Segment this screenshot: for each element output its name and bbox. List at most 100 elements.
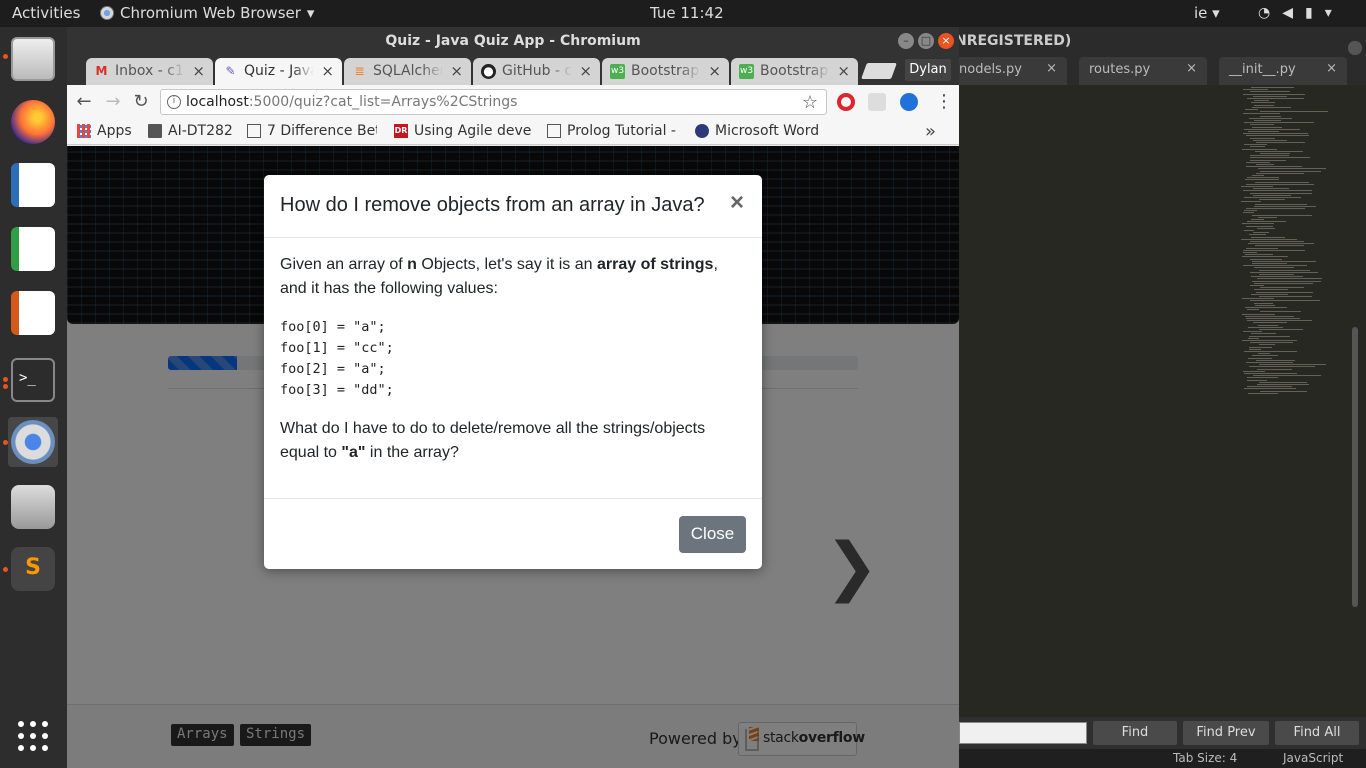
kebab-menu-icon[interactable]: ⋮ bbox=[935, 91, 953, 112]
close-icon[interactable]: × bbox=[730, 189, 744, 217]
minimap-line bbox=[1242, 133, 1309, 135]
minimap-line bbox=[1260, 115, 1282, 117]
question-modal: How do I remove objects from an array in… bbox=[264, 175, 762, 569]
show-applications-icon[interactable] bbox=[18, 721, 48, 751]
dock-calc[interactable] bbox=[8, 224, 58, 274]
dock-chromium[interactable] bbox=[8, 417, 58, 467]
dock-terminal[interactable]: >_ bbox=[8, 355, 58, 405]
bookmark-microsoft-word[interactable]: Microsoft Word bbox=[695, 123, 827, 139]
minimap-line bbox=[1260, 311, 1302, 313]
close-icon[interactable]: × bbox=[1186, 61, 1197, 76]
firefox-icon bbox=[11, 100, 55, 144]
minimap-line bbox=[1250, 146, 1266, 148]
bookmark-prolog[interactable]: Prolog Tutorial - bbox=[547, 123, 680, 139]
modal-body: Given an array of n Objects, let's say i… bbox=[280, 253, 746, 481]
editor-tab-init[interactable]: __init__.py × bbox=[1219, 57, 1347, 85]
new-tab-button[interactable] bbox=[861, 63, 897, 79]
minimap-line bbox=[1244, 122, 1314, 124]
minimap-line bbox=[1245, 362, 1294, 363]
minimap-line bbox=[1246, 183, 1314, 185]
tab-size-indicator[interactable]: Tab Size: 4 bbox=[1173, 751, 1237, 765]
sublime-editor-window: NREGISTERED) nodels.py × routes.py × __i… bbox=[949, 27, 1366, 768]
activities-button[interactable]: Activities bbox=[12, 4, 80, 22]
tab-quiz[interactable]: ✎ Quiz - Java × bbox=[215, 58, 342, 85]
opera-vpn-icon[interactable] bbox=[837, 93, 855, 111]
address-bar[interactable]: i localhost:5000/quiz?cat_list=Arrays%2C… bbox=[160, 89, 827, 115]
tab-sqlalchemy[interactable]: ≣ SQLAlchemy × bbox=[344, 58, 471, 85]
dock-firefox[interactable] bbox=[8, 97, 58, 147]
minimap-line bbox=[1258, 329, 1303, 330]
bookmark-apps[interactable]: Apps bbox=[77, 123, 132, 139]
dock-impress[interactable] bbox=[8, 288, 58, 338]
app-menu[interactable]: Chromium Web Browser ▾ bbox=[100, 4, 314, 22]
minimap-line bbox=[1254, 304, 1275, 306]
minimap-line bbox=[1242, 298, 1275, 300]
editor-tab-models[interactable]: nodels.py × bbox=[949, 57, 1067, 85]
profile-button[interactable]: Dylan bbox=[905, 59, 951, 81]
find-button[interactable]: Find bbox=[1093, 721, 1177, 745]
bookmark-ai-dt282[interactable]: AI-DT282 bbox=[148, 123, 233, 139]
bookmark-using-agile[interactable]: DR Using Agile deve bbox=[394, 123, 532, 139]
tab-inbox[interactable]: M Inbox - c1 × bbox=[86, 58, 213, 85]
input-source-indicator[interactable]: ie ▾ bbox=[1194, 4, 1220, 22]
tab-github[interactable]: ● GitHub - c × bbox=[473, 58, 600, 85]
minimap-line bbox=[1242, 370, 1266, 372]
forward-arrow-icon[interactable]: → bbox=[102, 91, 124, 113]
bookmark-7-difference[interactable]: 7 Difference Bet bbox=[247, 123, 377, 139]
close-tab-icon[interactable]: × bbox=[321, 62, 334, 80]
minimize-icon[interactable]: – bbox=[898, 33, 914, 49]
info-icon[interactable]: i bbox=[167, 95, 181, 109]
close-tab-icon[interactable]: × bbox=[450, 62, 463, 80]
close-tab-icon[interactable]: × bbox=[192, 62, 205, 80]
url-text: localhost:5000/quiz?cat_list=Arrays%2CSt… bbox=[186, 94, 518, 110]
find-input[interactable] bbox=[959, 722, 1087, 744]
editor-tab-routes[interactable]: routes.py × bbox=[1079, 57, 1207, 85]
close-tab-icon[interactable]: × bbox=[837, 62, 850, 80]
dock-camera[interactable] bbox=[8, 482, 58, 532]
minimap-line bbox=[1250, 300, 1320, 302]
tab-bootstrap-1[interactable]: w3 Bootstrap × bbox=[602, 58, 729, 85]
close-icon[interactable]: × bbox=[1046, 61, 1057, 76]
minimap-line bbox=[1256, 384, 1310, 385]
find-prev-button[interactable]: Find Prev bbox=[1183, 721, 1269, 745]
maximize-icon[interactable]: □ bbox=[918, 33, 934, 49]
reload-icon[interactable]: ↻ bbox=[130, 91, 152, 113]
close-button[interactable]: Close bbox=[679, 516, 746, 553]
minimap-line bbox=[1247, 326, 1283, 328]
close-icon[interactable]: × bbox=[1326, 61, 1337, 76]
back-arrow-icon[interactable]: ← bbox=[73, 91, 95, 113]
close-window-icon[interactable]: × bbox=[938, 33, 954, 49]
close-tab-icon[interactable]: × bbox=[579, 62, 592, 80]
system-tray[interactable]: ◔ ◀ ▮ ▾ bbox=[1258, 5, 1332, 21]
find-all-button[interactable]: Find All bbox=[1275, 721, 1359, 745]
minimap-line bbox=[1254, 267, 1295, 269]
dock-writer[interactable] bbox=[8, 160, 58, 210]
chromium-icon bbox=[11, 420, 55, 464]
minimap-line bbox=[1242, 190, 1313, 192]
minimap-line bbox=[1259, 170, 1322, 172]
minimap-line bbox=[1241, 238, 1297, 240]
editor-minimap[interactable] bbox=[1237, 87, 1347, 407]
editor-scrollbar[interactable] bbox=[1352, 327, 1358, 607]
modal-footer: Close bbox=[264, 498, 762, 569]
dock-sublime[interactable]: S bbox=[8, 544, 58, 594]
chevron-down-icon: ▾ bbox=[306, 4, 315, 22]
wifi-icon: ◔ bbox=[1258, 5, 1271, 21]
clock[interactable]: Tue 11:42 bbox=[650, 4, 724, 22]
close-tab-icon[interactable]: × bbox=[708, 62, 721, 80]
dock-files[interactable] bbox=[8, 34, 58, 84]
editor-tab-bar: nodels.py × routes.py × __init__.py × bbox=[949, 57, 1366, 85]
minimap-line bbox=[1246, 98, 1304, 99]
github-icon: ● bbox=[481, 64, 496, 79]
extension-blue-icon[interactable] bbox=[900, 93, 918, 111]
syntax-indicator[interactable]: JavaScript bbox=[1283, 751, 1343, 765]
bookmark-star-icon[interactable]: ☆ bbox=[802, 92, 818, 113]
extension-icon[interactable] bbox=[868, 93, 886, 111]
close-icon[interactable] bbox=[1348, 41, 1362, 55]
tab-bootstrap-2[interactable]: w3 Bootstrap × bbox=[731, 58, 858, 85]
minimap-line bbox=[1242, 93, 1306, 95]
minimap-line bbox=[1249, 335, 1290, 337]
minimap-line bbox=[1251, 355, 1279, 357]
more-bookmarks-chevron-icon[interactable]: » bbox=[925, 121, 936, 142]
minimap-line bbox=[1249, 285, 1265, 286]
